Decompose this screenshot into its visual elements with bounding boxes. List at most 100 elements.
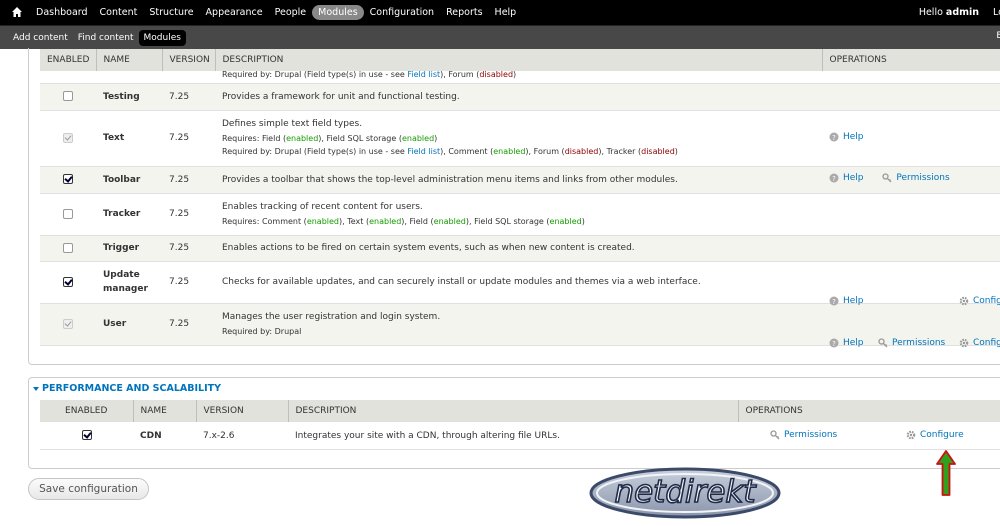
- module-description: Enables actions to be fired on certain s…: [215, 235, 822, 262]
- permissions-link[interactable]: Permissions: [878, 338, 945, 348]
- key-icon: [882, 173, 892, 183]
- enable-checkbox[interactable]: [63, 174, 73, 185]
- module-version: 7.25: [162, 303, 215, 346]
- module-name: CDN: [133, 422, 196, 450]
- svg-text:?: ?: [832, 298, 836, 306]
- module-version: 7.25: [162, 193, 215, 236]
- user-area: Hello admin Lo: [919, 0, 1000, 25]
- menu-reports[interactable]: Reports: [440, 5, 488, 20]
- col-name[interactable]: NAME: [133, 400, 197, 422]
- module-version: 7.25: [162, 83, 215, 111]
- module-name: Text: [96, 110, 162, 167]
- col-enabled[interactable]: ENABLED: [40, 49, 97, 71]
- col-version[interactable]: VERSION: [196, 400, 289, 422]
- help-icon: ?: [829, 173, 839, 183]
- table-row: Toolbar 7.25 Provides a toolbar that sho…: [40, 166, 1000, 194]
- enable-checkbox[interactable]: [63, 91, 73, 102]
- module-version: 7.25: [162, 110, 215, 167]
- col-version[interactable]: VERSION: [162, 49, 216, 71]
- module-version: 7.25: [162, 166, 215, 194]
- permissions-link[interactable]: Permissions: [882, 173, 950, 183]
- module-name: Toolbar: [96, 166, 162, 194]
- table-row: Update manager 7.25 Checks for available …: [40, 261, 1000, 306]
- help-link[interactable]: ? Help: [829, 132, 864, 142]
- requires-text: Requires: Comment (enabled), Text (enabl…: [222, 216, 585, 226]
- table-row: CDN 7.x-2.6 Integrates your site with a …: [40, 422, 1000, 450]
- module-version: 7.25: [162, 261, 215, 304]
- col-name[interactable]: NAME: [96, 49, 163, 71]
- requires-text: Requires: Field (enabled), Field SQL sto…: [222, 134, 438, 143]
- username-link[interactable]: admin: [946, 7, 979, 18]
- module-description: Checks for available updates, and can se…: [215, 261, 822, 304]
- col-operations[interactable]: OPERATIONS: [822, 49, 1000, 71]
- configure-link[interactable]: Configure: [906, 430, 964, 440]
- module-version: 7.x-2.6: [196, 422, 288, 450]
- col-operations[interactable]: OPERATIONS: [738, 400, 1000, 422]
- core-modules-table: ENABLED NAME VERSION DESCRIPTION OPERATI…: [40, 49, 1000, 348]
- menu-modules[interactable]: Modules: [312, 5, 364, 20]
- menu-configuration[interactable]: Configuration: [364, 5, 440, 20]
- module-description: Provides a framework for unit and functi…: [215, 83, 822, 111]
- col-description[interactable]: DESCRIPTION: [288, 400, 739, 422]
- menu-content[interactable]: Content: [94, 5, 144, 20]
- table-row: Required by: Drupal (Field type(s) in us…: [40, 71, 1000, 84]
- gear-icon: [959, 296, 969, 306]
- shortcut-find-content[interactable]: Find content: [73, 30, 139, 46]
- required-by-text: Required by: Drupal (Field type(s) in us…: [222, 147, 678, 156]
- module-name: Update manager: [96, 261, 162, 304]
- permissions-link[interactable]: Permissions: [770, 430, 837, 440]
- menu-people[interactable]: People: [269, 5, 313, 20]
- netdirekt-logo: netdirekt: [589, 467, 781, 519]
- configure-link[interactable]: Configu: [959, 338, 1000, 348]
- gear-icon: [906, 430, 916, 440]
- edit-shortcuts-link[interactable]: E: [996, 31, 1000, 41]
- enable-checkbox: [63, 132, 73, 143]
- module-description: Enables tracking of recent content for u…: [215, 193, 822, 236]
- home-icon[interactable]: [11, 6, 23, 18]
- help-icon: ?: [829, 296, 839, 306]
- performance-modules-table: ENABLED NAME VERSION DESCRIPTION OPERATI…: [40, 400, 1000, 450]
- module-name: Tracker: [96, 193, 162, 236]
- admin-toolbar: Dashboard Content Structure Appearance P…: [0, 0, 1000, 25]
- menu-help[interactable]: Help: [489, 5, 523, 20]
- col-description[interactable]: DESCRIPTION: [215, 49, 823, 71]
- collapse-triangle-icon: [33, 386, 39, 391]
- menu-dashboard[interactable]: Dashboard: [30, 5, 94, 20]
- performance-legend[interactable]: PERFORMANCE AND SCALABILITY: [33, 383, 221, 394]
- field-list-link[interactable]: Field list: [407, 71, 440, 79]
- field-list-link[interactable]: Field list: [407, 147, 440, 156]
- shortcut-bar: Add content Find content Modules E: [0, 25, 1000, 49]
- table-row: Text 7.25 Defines simple text field type…: [40, 110, 1000, 167]
- help-link[interactable]: ? Help: [829, 173, 864, 183]
- enable-checkbox[interactable]: [63, 276, 73, 287]
- table-row: Trigger 7.25 Enables actions to be fired…: [40, 235, 1000, 262]
- enable-checkbox[interactable]: [63, 208, 73, 219]
- help-icon: ?: [829, 338, 839, 348]
- module-name: User: [96, 303, 162, 346]
- configure-link[interactable]: Configu: [959, 296, 1000, 306]
- help-link[interactable]: ? Help: [829, 338, 864, 348]
- svg-text:?: ?: [832, 175, 836, 183]
- module-description: Manages the user registration and login …: [215, 303, 822, 346]
- shortcut-modules[interactable]: Modules: [138, 29, 186, 46]
- shortcut-add-content[interactable]: Add content: [8, 30, 73, 46]
- logout-link[interactable]: Lo: [993, 7, 1000, 18]
- menu-structure[interactable]: Structure: [143, 5, 199, 20]
- enable-checkbox[interactable]: [81, 430, 92, 441]
- table-row: Testing 7.25 Provides a framework for un…: [40, 83, 1000, 111]
- enable-checkbox[interactable]: [63, 242, 73, 253]
- module-description: Provides a toolbar that shows the top-le…: [215, 166, 822, 194]
- help-link[interactable]: ? Help: [829, 296, 864, 306]
- required-by-text: Required by: Drupal: [222, 326, 302, 336]
- key-icon: [878, 338, 888, 348]
- key-icon: [770, 430, 780, 440]
- module-description: Defines simple text field types. Require…: [215, 110, 822, 167]
- col-enabled[interactable]: ENABLED: [40, 400, 134, 422]
- save-configuration-button[interactable]: Save configuration: [28, 478, 149, 500]
- table-row: Tracker 7.25 Enables tracking of recent …: [40, 193, 1000, 236]
- admin-menu: Dashboard Content Structure Appearance P…: [30, 0, 522, 25]
- svg-text:?: ?: [832, 340, 836, 348]
- module-name: Testing: [96, 83, 162, 111]
- help-icon: ?: [829, 132, 839, 142]
- menu-appearance[interactable]: Appearance: [200, 5, 269, 20]
